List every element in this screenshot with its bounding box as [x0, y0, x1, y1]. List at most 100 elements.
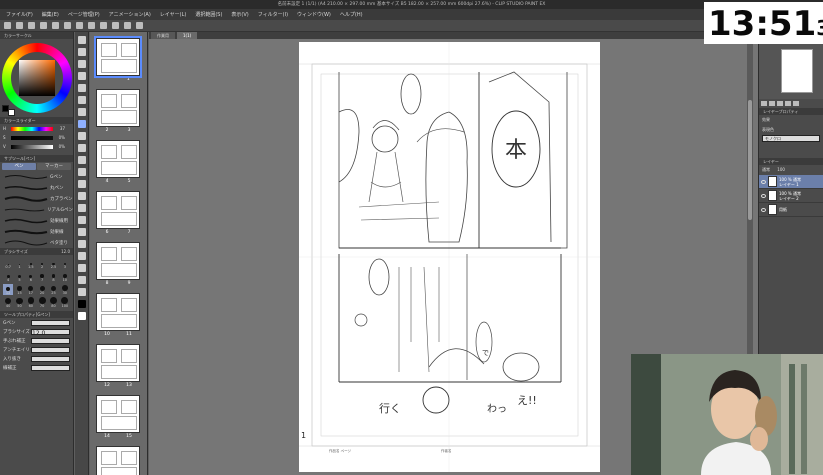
brush-size-cell[interactable]: 50 — [14, 297, 24, 308]
brush-size-cell[interactable]: 6 — [26, 271, 36, 282]
color-wheel[interactable] — [2, 43, 72, 113]
eye-icon[interactable] — [761, 179, 766, 184]
blend-icon[interactable] — [77, 192, 86, 200]
correct-line-icon[interactable] — [77, 288, 86, 296]
zoom-out-icon[interactable] — [769, 101, 775, 106]
sub-color-swatch[interactable] — [8, 109, 15, 116]
brush-size-cell[interactable]: 0.7 — [3, 258, 13, 269]
brush-size-cell[interactable]: 70 — [37, 297, 47, 308]
layer-row[interactable]: 用紙 — [759, 203, 823, 217]
decoration-icon[interactable] — [77, 168, 86, 176]
eye-icon[interactable] — [761, 207, 766, 212]
brush-size-cell[interactable]: 10 — [60, 271, 70, 282]
opacity-value[interactable]: 100 — [777, 167, 785, 172]
brush-size-cell[interactable]: 7 — [37, 271, 47, 282]
tab-page-1[interactable]: 1(1) — [177, 32, 198, 39]
brush-size-cell[interactable]: 8 — [48, 271, 58, 282]
frame-border-icon[interactable] — [77, 240, 86, 248]
snap-grid-icon[interactable] — [124, 22, 131, 29]
brush-size-cell[interactable]: 5 — [14, 271, 24, 282]
rotate-icon[interactable] — [785, 101, 791, 106]
page-thumbnail[interactable]: 67 — [96, 191, 140, 236]
tab-marker[interactable]: マーカー — [37, 163, 71, 170]
menu-page[interactable]: ページ管理(P) — [68, 11, 100, 18]
expression-color-select[interactable]: モノクロ — [762, 135, 820, 142]
airbrush-icon[interactable] — [77, 156, 86, 164]
redo-icon[interactable] — [52, 22, 59, 29]
brush-size-cell[interactable]: 2 — [37, 258, 47, 269]
deselect-icon[interactable] — [88, 22, 95, 29]
figure-icon[interactable] — [77, 228, 86, 236]
fit-icon[interactable] — [777, 101, 783, 106]
tool-property-value[interactable]: 12.0 — [31, 328, 70, 337]
operation-icon[interactable] — [77, 60, 86, 68]
subtool-item[interactable]: Gペン — [0, 171, 73, 182]
move-layer-icon[interactable] — [77, 72, 86, 80]
value-slider[interactable] — [11, 144, 53, 149]
navigator-preview[interactable] — [759, 39, 823, 99]
undo-icon[interactable] — [40, 22, 47, 29]
select-all-icon[interactable] — [100, 22, 107, 29]
new-file-icon[interactable] — [4, 22, 11, 29]
brush-size-cell[interactable]: 60 — [26, 297, 36, 308]
blend-mode-select[interactable]: 通常 — [762, 167, 770, 172]
save-icon[interactable] — [28, 22, 35, 29]
saturation-value-square[interactable] — [19, 60, 55, 96]
eyedropper-icon[interactable] — [77, 108, 86, 116]
ruler-icon[interactable] — [77, 252, 86, 260]
subtool-item[interactable]: 効果線 — [0, 226, 73, 237]
subtool-item[interactable]: リアルGペン — [0, 204, 73, 215]
brush-size-cell[interactable]: 3 — [60, 258, 70, 269]
fill-icon[interactable] — [77, 204, 86, 212]
balloon-icon[interactable] — [77, 276, 86, 284]
page-thumbnail[interactable]: 1 — [94, 36, 142, 83]
snap-perspective-icon[interactable] — [136, 22, 143, 29]
sub-color-chip[interactable] — [77, 312, 86, 320]
menu-filter[interactable]: フィルター(I) — [258, 11, 288, 18]
brush-size-cell[interactable]: 2.5 — [48, 258, 58, 269]
move-icon[interactable] — [77, 48, 86, 56]
brush-size-cell[interactable]: 17 — [26, 284, 36, 295]
menu-view[interactable]: 表示(V) — [231, 11, 248, 18]
brush-size-cell[interactable]: 1 — [14, 258, 24, 269]
tab-pen[interactable]: ペン — [2, 163, 36, 170]
tool-property-value[interactable] — [31, 319, 70, 326]
zoom-in-icon[interactable] — [761, 101, 767, 106]
brush-size-cell[interactable]: 100 — [60, 297, 70, 308]
pencil-icon[interactable] — [77, 132, 86, 140]
zoom-icon[interactable] — [77, 36, 86, 44]
manga-page[interactable]: 本 で 行く わっ え!! 1 作品名 ページ 作者名 — [299, 42, 600, 472]
layer-row[interactable]: 100 % 通常 レイヤー 1 — [759, 175, 823, 189]
layer-row[interactable]: 100 % 通常 レイヤー 2 — [759, 189, 823, 203]
saturation-slider[interactable] — [11, 135, 53, 140]
gradient-icon[interactable] — [77, 216, 86, 224]
eraser-icon[interactable] — [77, 180, 86, 188]
tool-property-value[interactable] — [31, 346, 70, 353]
tab-workspace[interactable]: 作業用 — [151, 32, 175, 39]
clear-icon[interactable] — [64, 22, 71, 29]
menu-edit[interactable]: 編集(E) — [42, 11, 59, 18]
eye-icon[interactable] — [761, 193, 766, 198]
subtool-item[interactable]: ベタ塗り — [0, 237, 73, 248]
main-color-chip[interactable] — [77, 300, 86, 308]
tool-property-value[interactable] — [31, 355, 70, 362]
subtool-item[interactable]: 丸ペン — [0, 182, 73, 193]
menu-selection[interactable]: 選択範囲(S) — [195, 11, 222, 18]
menu-help[interactable]: ヘルプ(H) — [340, 11, 363, 18]
page-thumbnail[interactable]: 12 13 — [96, 344, 140, 389]
brush-size-cell[interactable]: 1.5 — [26, 258, 36, 269]
subtool-item[interactable]: 効果線用 — [0, 215, 73, 226]
tool-property-value[interactable] — [31, 337, 70, 344]
pen-icon[interactable] — [77, 120, 86, 128]
brush-size-cell[interactable]: 20 — [37, 284, 47, 295]
page-thumbnail[interactable]: 16 — [96, 446, 140, 475]
brush-size-cell[interactable]: 4 — [3, 271, 13, 282]
brush-size-cell[interactable]: 40 — [3, 297, 13, 308]
tool-property-value[interactable] — [31, 364, 70, 371]
brush-size-cell[interactable]: 80 — [48, 297, 58, 308]
brush-size-cell[interactable]: 25 — [48, 284, 58, 295]
menu-file[interactable]: ファイル(F) — [6, 11, 33, 18]
brush-size-cell[interactable]: 30 — [60, 284, 70, 295]
transform-icon[interactable] — [76, 22, 83, 29]
open-file-icon[interactable] — [16, 22, 23, 29]
